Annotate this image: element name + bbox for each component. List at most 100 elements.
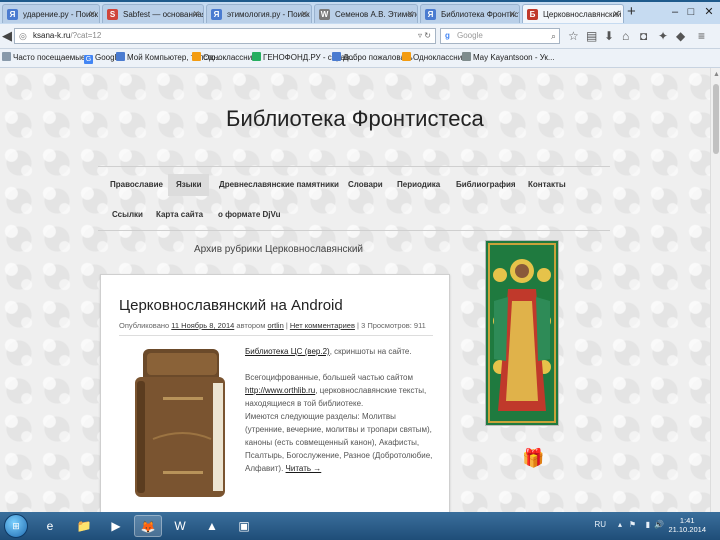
menu-divider — [98, 230, 610, 231]
taskbar-media-player-icon[interactable]: ▶ — [102, 515, 130, 537]
welcome-icon — [332, 52, 341, 61]
home-icon[interactable]: ⌂ — [622, 29, 629, 43]
meta-by: автором — [236, 321, 266, 330]
close-tab-icon[interactable]: ✕ — [508, 5, 516, 23]
tab-1[interactable]: Я ударение.ру - Поиск в ... ✕ — [2, 4, 100, 23]
new-tab-icon[interactable]: + — [627, 2, 636, 22]
wordpress-icon: W — [319, 9, 330, 20]
gift-icon[interactable]: 🎁 — [522, 448, 544, 469]
library-link[interactable]: Библиотека ЦС (вер.2) — [245, 347, 330, 356]
taskbar-ie-icon[interactable]: e — [36, 515, 64, 537]
yandex-icon: Я — [211, 9, 222, 20]
taskbar-folder-icon[interactable]: 📁 — [70, 515, 98, 537]
post-author-link[interactable]: ortlin — [267, 321, 283, 330]
post-text-intro: , скриншоты на сайте. — [329, 347, 412, 356]
post-divider — [119, 335, 433, 336]
page-scrollbar[interactable]: ▲ — [710, 68, 720, 512]
menu-item-orthodoxy[interactable]: Православие — [110, 174, 163, 196]
close-tab-icon[interactable]: ✕ — [612, 5, 620, 23]
yandex-icon: Я — [425, 9, 436, 20]
menu-item-djvu[interactable]: о формате DjVu — [218, 204, 280, 226]
scrollbar-thumb[interactable] — [713, 84, 719, 154]
url-dropdown-reload-icons[interactable]: ▿ ↻ — [418, 29, 431, 43]
addon-icon[interactable]: ◆ — [676, 29, 685, 43]
bookmarks-menu-icon[interactable]: ▤ — [586, 29, 597, 43]
clock[interactable]: 1:41 21.10.2014 — [668, 516, 706, 534]
site-identity-icon: ◎ — [19, 31, 27, 41]
bookmark-item[interactable]: Одноклассники — [192, 52, 260, 64]
address-bar[interactable]: ◎ ksana-k.ru/?cat=12 ▿ ↻ — [14, 28, 436, 44]
menu-item-dictionaries[interactable]: Словари — [348, 174, 383, 196]
bookmark-label: May Kayantsoon - Ук... — [473, 53, 555, 62]
bookmark-item[interactable]: May Kayantsoon - Ук... — [462, 52, 555, 64]
clock-date: 21.10.2014 — [668, 525, 706, 534]
url-host: ksana-k.ru — [33, 31, 71, 40]
post-text-1: Всегоцифрованные, большей частью сайтом — [245, 373, 413, 382]
menu-item-links[interactable]: Ссылки — [112, 204, 143, 226]
bookmark-item[interactable]: Добро пожаловать — [332, 52, 413, 64]
post-date-link[interactable]: 11 Ноябрь 8, 2014 — [171, 321, 234, 330]
bookmark-page-icon — [462, 52, 471, 61]
search-placeholder: Google — [457, 31, 483, 40]
tab-2[interactable]: S Sabfest — основанная и... ✕ — [102, 4, 204, 23]
menu-item-bibliography[interactable]: Библиография — [456, 174, 516, 196]
menu-item-contacts[interactable]: Контакты — [528, 174, 566, 196]
post-meta: Опубликовано 11 Ноябрь 8, 2014 автором o… — [119, 321, 426, 330]
taskbar-firefox-icon[interactable]: 🦊 — [134, 515, 162, 537]
taskbar-drive-icon[interactable]: ▲ — [198, 515, 226, 537]
bookmarks-toolbar: Часто посещаемые G Google Мой Компьютер, … — [0, 49, 720, 68]
orthodox-icon-image[interactable] — [485, 240, 559, 426]
mail-icon — [116, 52, 125, 61]
post-title[interactable]: Церковнославянский на Android — [119, 297, 343, 314]
read-more-link[interactable]: Читать → — [286, 464, 322, 473]
close-tab-icon[interactable]: ✕ — [88, 5, 96, 23]
google-icon: G — [84, 55, 93, 64]
tab-3[interactable]: Я этимология.ру - Поиск ... ✕ — [206, 4, 312, 23]
site-title[interactable]: Библиотека Фронтистеса — [226, 106, 484, 132]
comments-link[interactable]: Нет комментариев — [290, 321, 355, 330]
start-button[interactable]: ⊞ — [4, 514, 28, 538]
network-icon[interactable]: ▮ — [646, 520, 650, 529]
menu-item-sitemap[interactable]: Карта сайта — [156, 204, 203, 226]
close-tab-icon[interactable]: ✕ — [192, 5, 200, 23]
back-icon[interactable]: ◀ — [2, 28, 12, 44]
volume-icon[interactable]: 🔊 — [654, 520, 664, 529]
taskbar-app-icon[interactable]: ▣ — [230, 515, 258, 537]
scroll-up-icon[interactable]: ▲ — [713, 71, 720, 78]
bookmark-item[interactable]: Часто посещаемые — [2, 52, 85, 64]
tab-active[interactable]: Б Церковнославянский | ... ✕ — [522, 4, 624, 23]
odnoklassniki-icon — [402, 52, 411, 61]
tab-4[interactable]: W Семенов А.В. Этимолог... ✕ — [314, 4, 418, 23]
windows-logo-icon: ⊞ — [12, 521, 20, 531]
book-illustration — [135, 349, 225, 497]
close-tab-icon[interactable]: ✕ — [406, 5, 414, 23]
menu-divider — [98, 166, 610, 167]
post-text-3: Имеются следующие разделы: Молитвы (утре… — [245, 412, 433, 473]
bookmark-star-icon[interactable]: ☆ — [568, 29, 579, 43]
menu-item-periodicals[interactable]: Периодика — [397, 174, 440, 196]
orthlib-url-link[interactable]: http://www.orthlib.ru — [245, 386, 315, 395]
post-excerpt: Библиотека ЦС (вер.2), скриншоты на сайт… — [245, 345, 435, 475]
bookmark-folder-icon — [2, 52, 11, 61]
tray-arrow-icon[interactable]: ▴ — [618, 520, 622, 529]
taskbar-word-icon[interactable]: W — [166, 515, 194, 537]
search-icon[interactable]: ⌕ — [551, 29, 556, 43]
post-card: Церковнославянский на Android Опубликова… — [100, 274, 450, 512]
language-indicator[interactable]: RU — [594, 520, 606, 529]
close-tab-icon[interactable]: ✕ — [300, 5, 308, 23]
tab-bar: Я ударение.ру - Поиск в ... ✕ S Sabfest … — [0, 2, 720, 25]
downloads-icon[interactable]: ⬇ — [604, 29, 614, 43]
bookmark-item[interactable]: Одноклассники — [402, 52, 470, 64]
windows-taskbar: ⊞ e 📁 ▶ 🦊 W ▲ ▣ RU ▴ ⚑ ▮ 🔊 1:41 21.10.20… — [0, 512, 720, 540]
maximize-icon[interactable]: □ — [684, 2, 698, 22]
extension-icon[interactable]: ✦ — [658, 29, 668, 43]
pocket-icon[interactable]: ◘ — [640, 29, 647, 43]
tab-5[interactable]: Я Библиотека Фронтистесв... ✕ — [420, 4, 520, 23]
menu-item-languages[interactable]: Языки — [168, 174, 210, 196]
minimize-icon[interactable]: – — [668, 2, 682, 22]
search-input[interactable]: g Google ⌕ — [440, 28, 560, 44]
menu-icon[interactable]: ≡ — [698, 29, 705, 43]
close-window-icon[interactable]: ✕ — [702, 2, 716, 22]
flag-icon[interactable]: ⚑ — [629, 520, 636, 529]
menu-item-monuments[interactable]: Древнеславянские памятники — [219, 174, 339, 196]
